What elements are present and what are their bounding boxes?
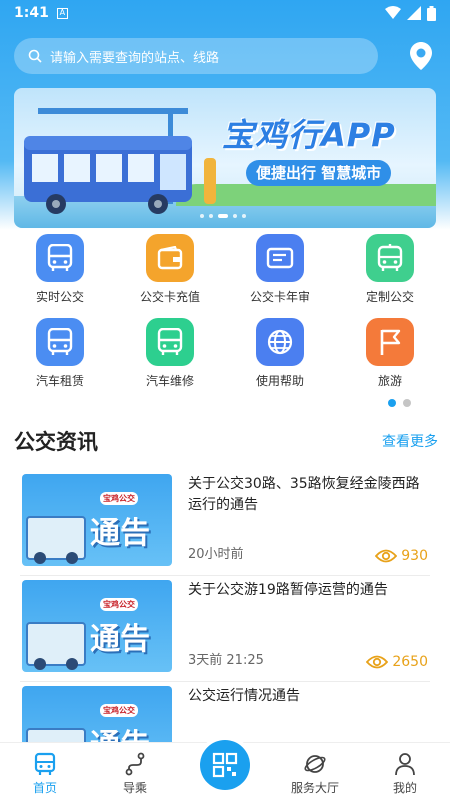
banner-subtitle: 便捷出行 智慧城市 xyxy=(246,160,392,186)
tab-guide[interactable]: 导乘 xyxy=(90,751,180,796)
thumb-wheel xyxy=(34,552,46,564)
thumb-wheel xyxy=(66,552,78,564)
news-title: 公交运行情况通告 xyxy=(188,688,300,704)
news-thumbnail: 宝鸡公交 通告 xyxy=(22,580,172,672)
tab-label: 首页 xyxy=(32,781,57,795)
globe-icon xyxy=(256,318,304,366)
news-thumbnail: 宝鸡公交 通告 xyxy=(22,474,172,566)
grid-item-realtime-bus[interactable]: 实时公交 xyxy=(5,234,115,305)
repair-bus-icon xyxy=(146,318,194,366)
tab-label: 导乘 xyxy=(122,781,147,795)
grid-item-card-recharge[interactable]: 公交卡充值 xyxy=(115,234,225,305)
banner-dot-active xyxy=(218,214,228,218)
grid-pager-dot xyxy=(403,399,411,407)
grid-item-label: 使用帮助 xyxy=(255,374,304,388)
grid-item-label: 实时公交 xyxy=(35,290,84,304)
bus-icon xyxy=(36,234,84,282)
planet-icon xyxy=(304,755,326,773)
tab-home[interactable]: 首页 xyxy=(0,751,90,796)
tab-label: 我的 xyxy=(392,781,417,795)
grid-item-label: 公交卡年审 xyxy=(249,290,310,304)
grid-item-label: 汽车租赁 xyxy=(35,374,84,388)
grid-item-label: 汽车维修 xyxy=(145,374,194,388)
banner-dot xyxy=(209,214,213,218)
news-title: 关于公交30路、35路恢复经金陵西路运行的通告 xyxy=(188,476,420,513)
news-views: 2650 xyxy=(366,654,428,670)
grid-pager-dot-active xyxy=(388,399,396,407)
wallet-icon xyxy=(146,234,194,282)
grid-item-card-annual-review[interactable]: 公交卡年审 xyxy=(225,234,335,305)
thumb-logo: 宝鸡公交 xyxy=(100,492,138,505)
location-pin-icon xyxy=(410,42,432,70)
status-bar: 1:41 A xyxy=(0,0,450,26)
banner-dot xyxy=(242,214,246,218)
battery-icon xyxy=(427,5,436,21)
grid-item-tourism[interactable]: 旅游 xyxy=(335,318,445,389)
wifi-icon xyxy=(385,6,401,19)
custom-bus-icon xyxy=(366,234,414,282)
signal-icon xyxy=(407,6,421,20)
grid-item-label: 定制公交 xyxy=(365,290,414,304)
rental-bus-icon xyxy=(36,318,84,366)
home-bus-icon xyxy=(34,752,56,775)
view-more-link[interactable]: 查看更多 xyxy=(382,431,438,451)
grid-item-car-rental[interactable]: 汽车租赁 xyxy=(5,318,115,389)
news-views-count: 930 xyxy=(401,548,428,564)
tab-mine[interactable]: 我的 xyxy=(360,751,450,796)
thumb-logo: 宝鸡公交 xyxy=(100,704,138,717)
news-item[interactable]: 宝鸡公交 通告 关于公交游19路暂停运营的通告 3天前 21:25 2650 xyxy=(20,580,430,682)
search-row: 请输入需要查询的站点、线路 xyxy=(14,38,436,74)
bus-illustration xyxy=(24,108,216,214)
news-time: 20小时前 xyxy=(188,547,244,562)
grid-pager xyxy=(388,399,411,407)
grid-item-label: 公交卡充值 xyxy=(139,290,200,304)
user-icon xyxy=(395,753,415,776)
section-title: 公交资讯 xyxy=(14,430,98,454)
news-title: 关于公交游19路暂停运营的通告 xyxy=(188,582,388,598)
tab-service-hall[interactable]: 服务大厅 xyxy=(270,751,360,796)
eye-icon xyxy=(366,655,389,669)
news-section-header: 公交资讯 查看更多 xyxy=(14,424,438,458)
search-placeholder: 请输入需要查询的站点、线路 xyxy=(50,50,220,66)
news-views-count: 2650 xyxy=(392,654,428,670)
thumb-wheel xyxy=(34,658,46,670)
thumb-word: 通告 xyxy=(90,516,150,551)
qr-code-icon xyxy=(212,752,238,778)
news-time: 3天前 21:25 xyxy=(188,653,264,668)
banner-pager xyxy=(200,214,246,218)
grid-item-help[interactable]: 使用帮助 xyxy=(225,318,335,389)
grid-item-label: 旅游 xyxy=(377,374,402,388)
banner-dot xyxy=(200,214,204,218)
banner-dot xyxy=(233,214,237,218)
promo-banner[interactable]: 宝鸡行APP 便捷出行 智慧城市 xyxy=(14,88,436,228)
flag-icon xyxy=(366,318,414,366)
location-button[interactable] xyxy=(406,39,436,73)
news-views: 930 xyxy=(375,548,428,564)
grid-item-custom-bus[interactable]: 定制公交 xyxy=(335,234,445,305)
grid-item-car-repair[interactable]: 汽车维修 xyxy=(115,318,225,389)
news-item[interactable]: 宝鸡公交 通告 关于公交30路、35路恢复经金陵西路运行的通告 20小时前 93… xyxy=(20,474,430,576)
eye-icon xyxy=(375,549,398,563)
search-icon xyxy=(28,49,42,63)
thumb-word: 通告 xyxy=(90,622,150,657)
status-time: 1:41 xyxy=(14,5,49,21)
route-icon xyxy=(125,752,145,776)
banner-title: 宝鸡行APP xyxy=(222,116,396,154)
card-icon xyxy=(256,234,304,282)
thumb-logo: 宝鸡公交 xyxy=(100,598,138,611)
divider xyxy=(20,681,430,682)
tab-label: 服务大厅 xyxy=(290,781,339,795)
scan-qr-button[interactable] xyxy=(196,736,254,794)
search-input[interactable]: 请输入需要查询的站点、线路 xyxy=(14,38,378,74)
thumb-wheel xyxy=(66,658,78,670)
divider xyxy=(20,575,430,576)
sim-icon: A xyxy=(56,7,68,19)
